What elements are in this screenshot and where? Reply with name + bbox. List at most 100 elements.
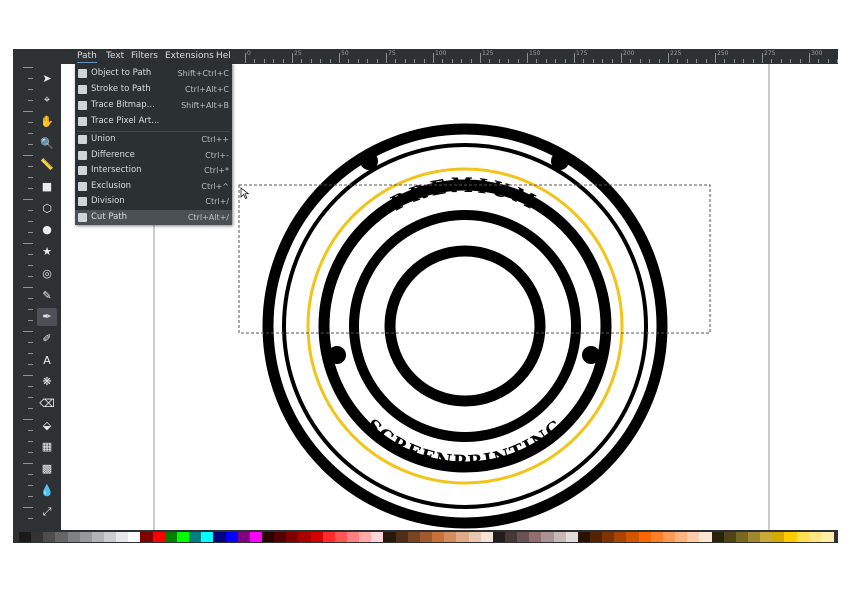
palette-swatch[interactable] xyxy=(237,532,251,542)
dot-top-right[interactable] xyxy=(551,152,569,170)
palette-swatch[interactable] xyxy=(176,532,190,542)
paint-bucket-tool-icon[interactable]: ⬙ xyxy=(37,416,57,434)
palette-swatch[interactable] xyxy=(43,532,57,542)
palette-swatch[interactable] xyxy=(383,532,397,542)
palette-swatch[interactable] xyxy=(820,532,834,542)
menu-filters[interactable]: Filters xyxy=(131,50,158,62)
palette-swatch[interactable] xyxy=(128,532,142,542)
dot-bottom-right[interactable] xyxy=(582,346,600,364)
spiral-tool-icon[interactable]: ◎ xyxy=(37,264,57,282)
palette-swatch[interactable] xyxy=(322,532,336,542)
text-tool-icon[interactable]: A xyxy=(37,351,57,369)
connector-tool-icon[interactable]: ⤢ xyxy=(37,503,57,521)
palette-swatch[interactable] xyxy=(19,532,32,542)
palette-swatch[interactable] xyxy=(31,532,45,542)
menu-path[interactable]: Path xyxy=(77,50,97,63)
menu-item-stroke-to-path[interactable]: Stroke to Path Ctrl+Alt+C xyxy=(75,82,232,97)
palette-swatch[interactable] xyxy=(261,532,275,542)
menu-item-union[interactable]: Union Ctrl++ xyxy=(75,132,232,147)
palette-swatch[interactable] xyxy=(104,532,118,542)
ellipse-tool-icon[interactable]: ● xyxy=(37,221,57,239)
palette-swatch[interactable] xyxy=(116,532,130,542)
spray-tool-icon[interactable]: ❋ xyxy=(37,373,57,391)
menu-item-division[interactable]: Division Ctrl+/ xyxy=(75,194,232,209)
eraser-tool-icon[interactable]: ⌫ xyxy=(37,395,57,413)
tweak-tool-icon[interactable]: ✋ xyxy=(37,112,57,130)
rectangle-tool-icon[interactable]: ■ xyxy=(37,178,57,196)
menu-item-cut-path[interactable]: Cut Path Ctrl+Alt+/ xyxy=(75,210,232,225)
menu-text[interactable]: Text xyxy=(106,50,124,62)
palette-swatch[interactable] xyxy=(529,532,543,542)
menu-help[interactable]: Hel xyxy=(216,50,231,62)
palette-swatch[interactable] xyxy=(334,532,348,542)
palette-swatch[interactable] xyxy=(225,532,239,542)
palette-swatch[interactable] xyxy=(407,532,421,542)
palette-swatch[interactable] xyxy=(760,532,774,542)
palette-swatch[interactable] xyxy=(371,532,385,542)
palette-swatch[interactable] xyxy=(723,532,737,542)
palette-swatch[interactable] xyxy=(711,532,725,542)
star-tool-icon[interactable]: ★ xyxy=(37,243,57,261)
palette-swatch[interactable] xyxy=(602,532,616,542)
3dbox-tool-icon[interactable]: ⬡ xyxy=(37,199,57,217)
menu-item-object-to-path[interactable]: Object to Path Shift+Ctrl+C xyxy=(75,66,232,81)
menu-item-difference[interactable]: Difference Ctrl+- xyxy=(75,148,232,163)
palette-swatch[interactable] xyxy=(541,532,555,542)
palette-swatch[interactable] xyxy=(249,532,263,542)
palette-swatch[interactable] xyxy=(517,532,531,542)
palette-swatch[interactable] xyxy=(164,532,178,542)
palette-swatch[interactable] xyxy=(626,532,640,542)
inner-ring[interactable] xyxy=(384,245,546,407)
palette-swatch[interactable] xyxy=(201,532,215,542)
palette-swatch[interactable] xyxy=(796,532,810,542)
palette-swatch[interactable] xyxy=(189,532,203,542)
palette-swatch[interactable] xyxy=(662,532,676,542)
palette-swatch[interactable] xyxy=(747,532,761,542)
dropper-tool-icon[interactable]: 💧 xyxy=(37,481,57,499)
measure-tool-icon[interactable]: 📏 xyxy=(37,156,57,174)
palette-swatch[interactable] xyxy=(675,532,689,542)
palette-swatch[interactable] xyxy=(91,532,105,542)
palette-swatch[interactable] xyxy=(55,532,69,542)
palette-swatch[interactable] xyxy=(577,532,591,542)
palette-swatch[interactable] xyxy=(590,532,603,542)
menu-extensions[interactable]: Extensions xyxy=(165,50,214,62)
palette-swatch[interactable] xyxy=(274,532,288,542)
palette-swatch[interactable] xyxy=(67,532,81,542)
palette-swatch[interactable] xyxy=(140,532,154,542)
menu-item-trace-pixel-art[interactable]: Trace Pixel Art... xyxy=(75,114,232,129)
pencil-tool-icon[interactable]: ✎ xyxy=(37,286,57,304)
palette-swatch[interactable] xyxy=(152,532,166,542)
palette-swatch[interactable] xyxy=(699,532,713,542)
dot-top-left[interactable] xyxy=(360,152,378,170)
palette-swatch[interactable] xyxy=(456,532,470,542)
selector-tool-icon[interactable]: ➤ xyxy=(37,69,57,87)
text-band-ring[interactable] xyxy=(318,179,612,473)
palette-swatch[interactable] xyxy=(772,532,786,542)
palette-swatch[interactable] xyxy=(419,532,433,542)
dot-bottom-left[interactable] xyxy=(328,346,346,364)
palette-swatch[interactable] xyxy=(808,532,822,542)
zoom-tool-icon[interactable]: 🔍 xyxy=(37,134,57,152)
palette-swatch[interactable] xyxy=(213,532,227,542)
palette-swatch[interactable] xyxy=(735,532,749,542)
palette-swatch[interactable] xyxy=(492,532,506,542)
palette-swatch[interactable] xyxy=(79,532,93,542)
palette-swatch[interactable] xyxy=(432,532,446,542)
palette-swatch[interactable] xyxy=(359,532,373,542)
palette-swatch[interactable] xyxy=(638,532,652,542)
palette-swatch[interactable] xyxy=(614,532,628,542)
palette-swatch[interactable] xyxy=(286,532,300,542)
palette-swatch[interactable] xyxy=(784,532,798,542)
gradient-tool-icon[interactable]: ▦ xyxy=(37,438,57,456)
node-tool-icon[interactable]: ⌖ xyxy=(37,91,57,109)
palette-swatch[interactable] xyxy=(347,532,361,542)
palette-swatch[interactable] xyxy=(650,532,664,542)
palette-swatch[interactable] xyxy=(565,532,579,542)
menu-item-trace-bitmap[interactable]: Trace Bitmap... Shift+Alt+B xyxy=(75,98,232,113)
menu-item-intersection[interactable]: Intersection Ctrl+* xyxy=(75,163,232,178)
palette-swatch[interactable] xyxy=(395,532,409,542)
palette-swatch[interactable] xyxy=(444,532,458,542)
palette-swatch[interactable] xyxy=(553,532,567,542)
pen-tool-icon[interactable]: ✒ xyxy=(37,307,57,326)
